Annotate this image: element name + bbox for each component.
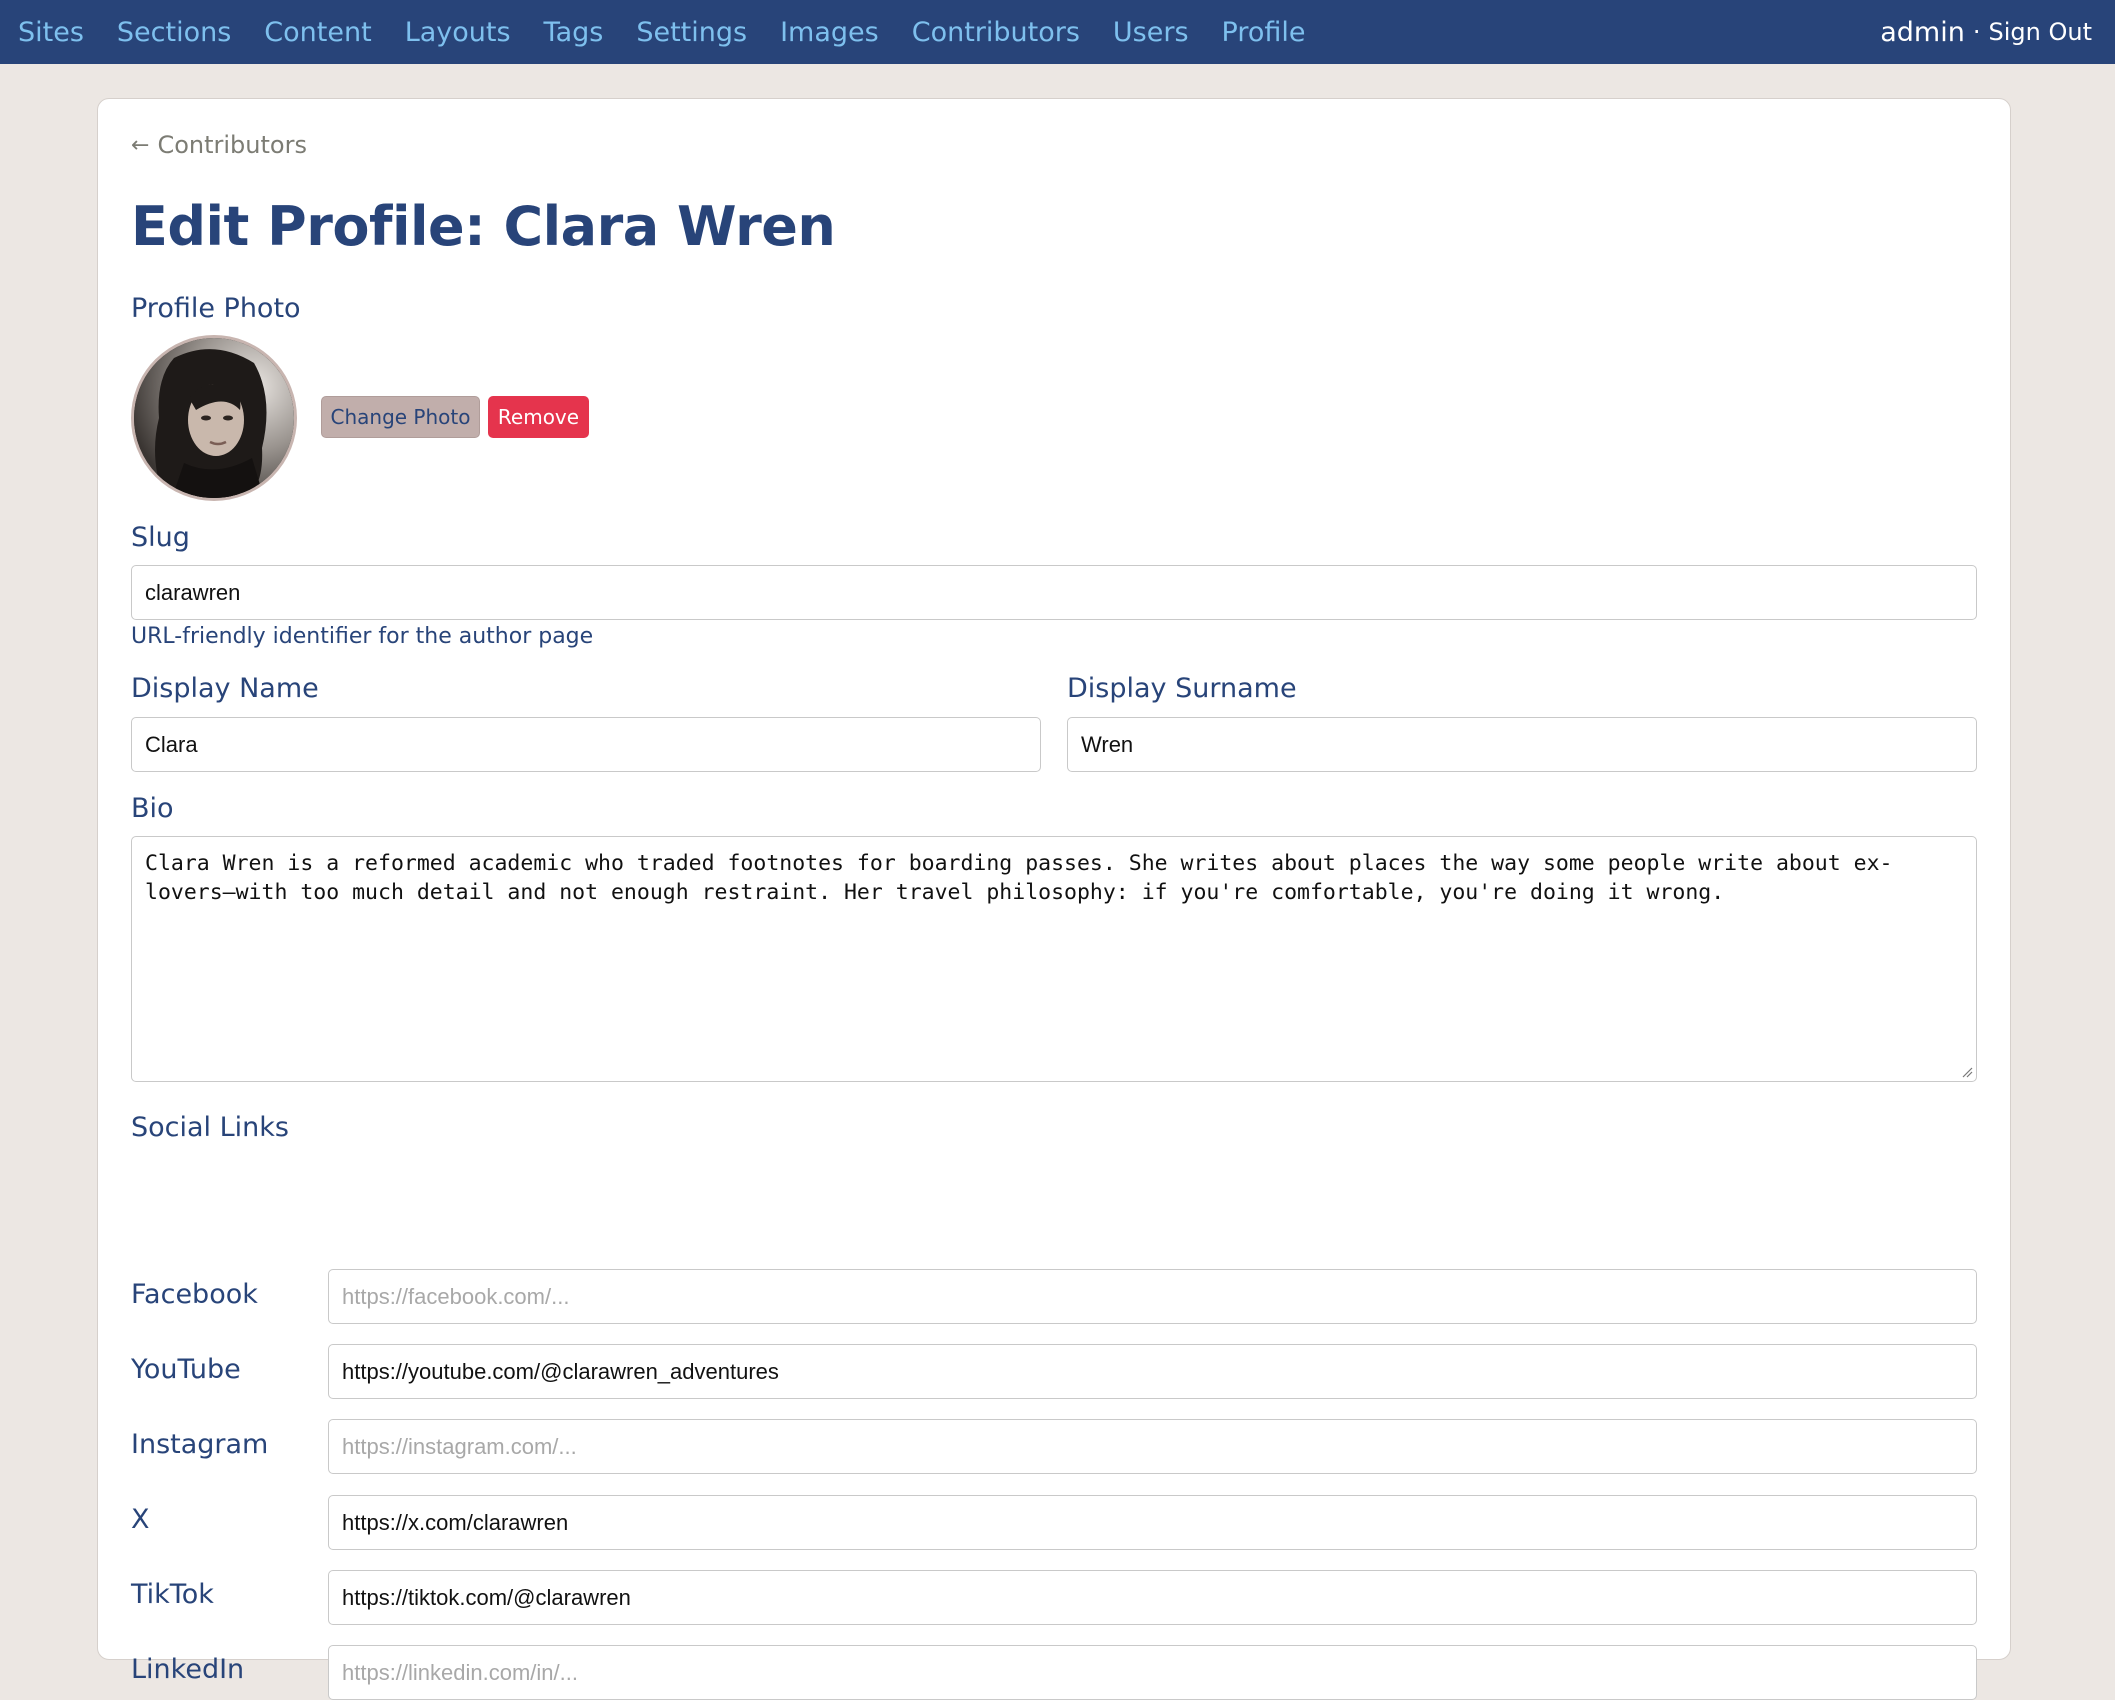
social-links-heading: Social Links — [131, 1112, 289, 1143]
tiktok-label: TikTok — [131, 1579, 214, 1610]
youtube-input[interactable]: https://youtube.com/@clarawren_adventure… — [328, 1344, 1977, 1399]
current-user: admin — [1880, 16, 1965, 48]
avatar — [131, 335, 297, 501]
top-nav: Sites Sections Content Layouts Tags Sett… — [0, 0, 2115, 64]
arrow-left-icon: ← — [131, 132, 150, 158]
bio-line: lovers—with too much detail and not enou… — [145, 880, 1725, 905]
x-label: X — [131, 1504, 150, 1535]
nav-sites[interactable]: Sites — [18, 17, 84, 48]
linkedin-label: LinkedIn — [131, 1654, 245, 1685]
nav-profile[interactable]: Profile — [1222, 17, 1306, 48]
bio-textarea[interactable]: Clara Wren is a reformed academic who tr… — [131, 836, 1977, 1082]
profile-photo-label: Profile Photo — [131, 293, 301, 324]
nav-contributors[interactable]: Contributors — [912, 17, 1080, 48]
display-name-label: Display Name — [131, 673, 319, 704]
remove-photo-button[interactable]: Remove — [488, 396, 589, 438]
back-link-label: Contributors — [157, 131, 307, 159]
avatar-portrait-image — [134, 338, 294, 498]
nav-settings[interactable]: Settings — [636, 17, 747, 48]
nav-user-area: admin · Sign Out — [1880, 0, 2092, 64]
nav-sections[interactable]: Sections — [117, 17, 231, 48]
slug-label: Slug — [131, 522, 190, 553]
nav-separator: · — [1972, 18, 1981, 46]
nav-layouts[interactable]: Layouts — [405, 17, 511, 48]
sign-out-link[interactable]: Sign Out — [1989, 18, 2093, 46]
resize-handle-icon[interactable] — [1961, 1066, 1973, 1078]
youtube-label: YouTube — [131, 1354, 241, 1385]
bio-label: Bio — [131, 793, 174, 824]
nav-content[interactable]: Content — [264, 17, 371, 48]
linkedin-input[interactable]: https://linkedin.com/in/... — [328, 1645, 1977, 1700]
bio-line: Clara Wren is a reformed academic who tr… — [145, 851, 1893, 876]
display-surname-input[interactable]: Wren — [1067, 717, 1977, 772]
change-photo-button[interactable]: Change Photo — [321, 396, 480, 438]
facebook-label: Facebook — [131, 1279, 258, 1310]
edit-profile-card: ← Contributors Edit Profile: Clara Wren … — [97, 98, 2011, 1700]
nav-users[interactable]: Users — [1113, 17, 1189, 48]
back-to-contributors-link[interactable]: ← Contributors — [131, 131, 307, 159]
facebook-input[interactable]: https://facebook.com/... — [328, 1269, 1977, 1324]
instagram-label: Instagram — [131, 1429, 269, 1460]
nav-links: Sites Sections Content Layouts Tags Sett… — [0, 0, 1338, 64]
tiktok-input[interactable]: https://tiktok.com/@clarawren — [328, 1570, 1977, 1625]
nav-tags[interactable]: Tags — [544, 17, 604, 48]
page-title: Edit Profile: Clara Wren — [131, 195, 836, 258]
nav-images[interactable]: Images — [780, 17, 879, 48]
display-name-input[interactable]: Clara — [131, 717, 1041, 772]
slug-help-text: URL-friendly identifier for the author p… — [131, 624, 594, 649]
display-surname-label: Display Surname — [1067, 673, 1297, 704]
x-input[interactable]: https://x.com/clarawren — [328, 1495, 1977, 1550]
instagram-input[interactable]: https://instagram.com/... — [328, 1419, 1977, 1474]
slug-input[interactable]: clarawren — [131, 565, 1977, 620]
